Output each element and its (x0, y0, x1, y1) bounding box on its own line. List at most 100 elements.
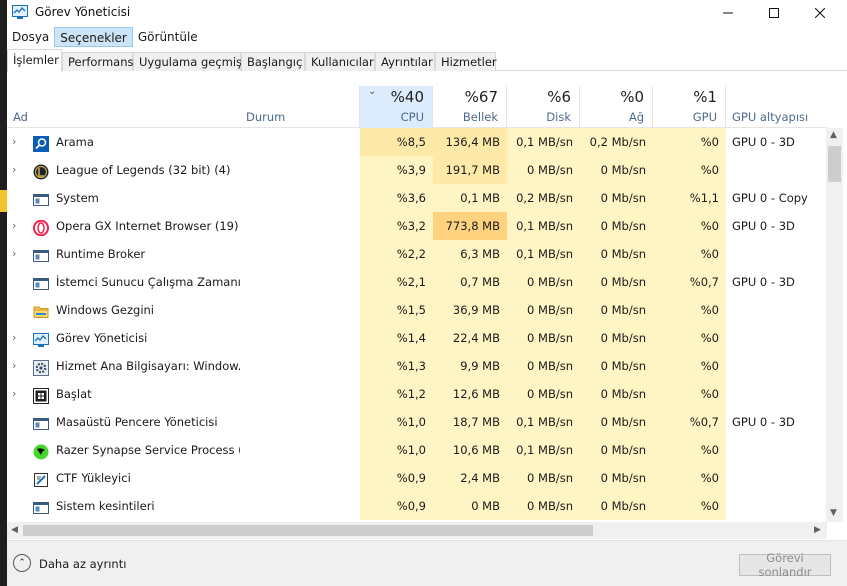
process-disk-value: 0 MB/sn (507, 464, 580, 492)
chevron-right-icon[interactable]: › (12, 128, 22, 156)
chevron-right-icon[interactable]: › (12, 324, 22, 352)
scroll-down-icon[interactable]: ▼ (830, 508, 837, 518)
minimize-icon (723, 12, 733, 13)
process-status-cell (240, 380, 360, 408)
chevron-right-icon[interactable]: › (12, 352, 22, 380)
tab-users[interactable]: Kullanıcılar (305, 52, 375, 71)
process-disk-value: 0 MB/sn (507, 324, 580, 352)
menu-view[interactable]: Görüntüle (133, 27, 203, 47)
process-gpu-engine-value: GPU 0 - 3D (732, 135, 795, 149)
task-manager-icon (12, 5, 28, 19)
process-row[interactable]: Razer Synapse Service Process (... %1,0 10… (7, 436, 827, 464)
process-memory-value: 9,9 MB (433, 352, 507, 380)
window-icon (33, 274, 49, 290)
scroll-up-icon[interactable]: ▲ (830, 130, 837, 140)
process-row[interactable]: Windows Gezgini %1,5 36,9 MB 0 MB/sn 0 Mb/sn… (7, 296, 827, 324)
tab-details[interactable]: Ayrıntılar (375, 52, 435, 71)
chevron-right-icon[interactable]: › (12, 212, 22, 240)
process-name-cell: Windows Gezgini (7, 296, 240, 324)
process-cpu-value: %1,0 (360, 436, 433, 464)
process-row[interactable]: › Runtime Broker %2,2 6,3 MB 0,1 MB/sn 0 Mb/s… (7, 240, 827, 268)
column-gpu[interactable]: %1 GPU (653, 86, 726, 128)
chevron-right-icon[interactable]: › (12, 156, 22, 184)
process-row[interactable]: System %3,6 0,1 MB 0,2 MB/sn 0 Mb/sn %1,1 GPU … (7, 184, 827, 212)
vertical-scroll-thumb[interactable] (828, 146, 841, 182)
horizontal-scrollbar[interactable]: ◀ ▶ (7, 522, 827, 539)
less-details-link[interactable]: Daha az ayrıntı (39, 557, 126, 571)
close-button[interactable] (797, 0, 843, 25)
tab-performance[interactable]: Performans (62, 52, 133, 71)
tab-services[interactable]: Hizmetler (435, 52, 497, 71)
column-cpu[interactable]: ⌄ %40 CPU (360, 86, 433, 128)
chevron-right-icon[interactable]: › (12, 380, 22, 408)
process-name: System (56, 191, 99, 205)
process-cpu-value: %2,1 (360, 268, 433, 296)
column-name-label: Ad (13, 110, 28, 124)
process-row[interactable]: › League of Legends (32 bit) (4) %3,9 191,7… (7, 156, 827, 184)
scroll-right-icon[interactable]: ▶ (814, 525, 821, 535)
process-memory-value: 10,6 MB (433, 436, 507, 464)
process-status-cell (240, 492, 360, 520)
column-name[interactable]: Ad (7, 86, 240, 128)
process-memory-value: 12,6 MB (433, 380, 507, 408)
process-gpu-engine-value: GPU 0 - 3D (732, 219, 795, 233)
cpu-total: %40 (390, 88, 424, 106)
process-memory-value: 773,8 MB (433, 212, 507, 240)
vertical-scrollbar[interactable]: ▲ ▼ (826, 128, 843, 522)
minimize-button[interactable] (705, 0, 751, 25)
process-row[interactable]: İstemci Sunucu Çalışma Zamanı... %2,1 0,7 … (7, 268, 827, 296)
process-name: League of Legends (32 bit) (4) (56, 163, 231, 177)
process-disk-value: 0,1 MB/sn (507, 240, 580, 268)
column-memory[interactable]: %67 Bellek (433, 86, 507, 128)
process-row[interactable]: › Arama %8,5 136,4 MB 0,1 MB/sn 0,2 Mb/sn %0 GP… (7, 128, 827, 156)
column-network[interactable]: %0 Ağ (580, 86, 653, 128)
process-network-value: 0 Mb/sn (580, 408, 653, 436)
process-disk-value: 0 MB/sn (507, 296, 580, 324)
process-name-cell: System (7, 184, 240, 212)
process-disk-value: 0,2 MB/sn (507, 184, 580, 212)
column-status[interactable]: Durum (240, 86, 360, 128)
process-name: CTF Yükleyici (56, 471, 131, 485)
process-name-cell: › League of Legends (32 bit) (4) (7, 156, 240, 184)
process-name-cell: Masaüstü Pencere Yöneticisi (7, 408, 240, 436)
process-row[interactable]: Masaüstü Pencere Yöneticisi %1,0 18,7 MB 0,… (7, 408, 827, 436)
process-row[interactable]: › Başlat %1,2 12,6 MB 0 MB/sn 0 Mb/sn %0 (7, 380, 827, 408)
window-icon (33, 246, 49, 262)
chevron-right-icon[interactable]: › (12, 240, 22, 268)
process-gpu-engine-value (726, 352, 827, 380)
process-row[interactable]: CTF Yükleyici %0,9 2,4 MB 0 MB/sn 0 Mb/sn %0 (7, 464, 827, 492)
window-icon (33, 414, 49, 430)
process-cpu-value: %1,3 (360, 352, 433, 380)
process-network-value: 0 Mb/sn (580, 464, 653, 492)
column-disk[interactable]: %6 Disk (507, 86, 580, 128)
maximize-button[interactable] (751, 0, 797, 25)
process-network-value: 0 Mb/sn (580, 324, 653, 352)
scroll-left-icon[interactable]: ◀ (11, 525, 18, 535)
column-gpu-engine[interactable]: GPU altyapısı (726, 86, 827, 128)
tab-app-history[interactable]: Uygulama geçmişi (133, 52, 245, 71)
process-disk-value: 0,1 MB/sn (507, 408, 580, 436)
process-row[interactable]: › Opera GX Internet Browser (19) %3,2 773,8… (7, 212, 827, 240)
process-status-cell (240, 324, 360, 352)
menu-options[interactable]: Seçenekler (54, 27, 133, 47)
end-task-button[interactable]: Görevi sonlandır (739, 551, 831, 579)
process-row[interactable]: Sistem kesintileri %0,9 0 MB 0 MB/sn 0 Mb/sn… (7, 492, 827, 520)
process-cpu-value: %2,2 (360, 240, 433, 268)
process-status-cell (240, 408, 360, 436)
process-gpu-value: %0 (653, 212, 726, 240)
process-name-cell: › Hizmet Ana Bilgisayarı: Window... (7, 352, 240, 380)
process-network-value: 0 Mb/sn (580, 380, 653, 408)
process-status-cell (240, 156, 360, 184)
tab-startup[interactable]: Başlangıç (241, 52, 305, 71)
process-status-cell (240, 296, 360, 324)
process-disk-value: 0 MB/sn (507, 352, 580, 380)
process-row[interactable]: › Görev Yöneticisi %1,4 22,4 MB 0 MB/sn 0 Mb/… (7, 324, 827, 352)
horizontal-scroll-thumb[interactable] (23, 525, 593, 536)
menu-file[interactable]: Dosya (7, 27, 54, 47)
chevron-up-icon[interactable]: ⌃ (13, 554, 31, 572)
process-row[interactable]: › Hizmet Ana Bilgisayarı: Window... %1,3 9,… (7, 352, 827, 380)
tab-processes[interactable]: İşlemler (7, 49, 62, 72)
window-title: Görev Yöneticisi (35, 5, 131, 19)
process-memory-value: 191,7 MB (433, 156, 507, 184)
process-gpu-value: %0 (653, 464, 726, 492)
